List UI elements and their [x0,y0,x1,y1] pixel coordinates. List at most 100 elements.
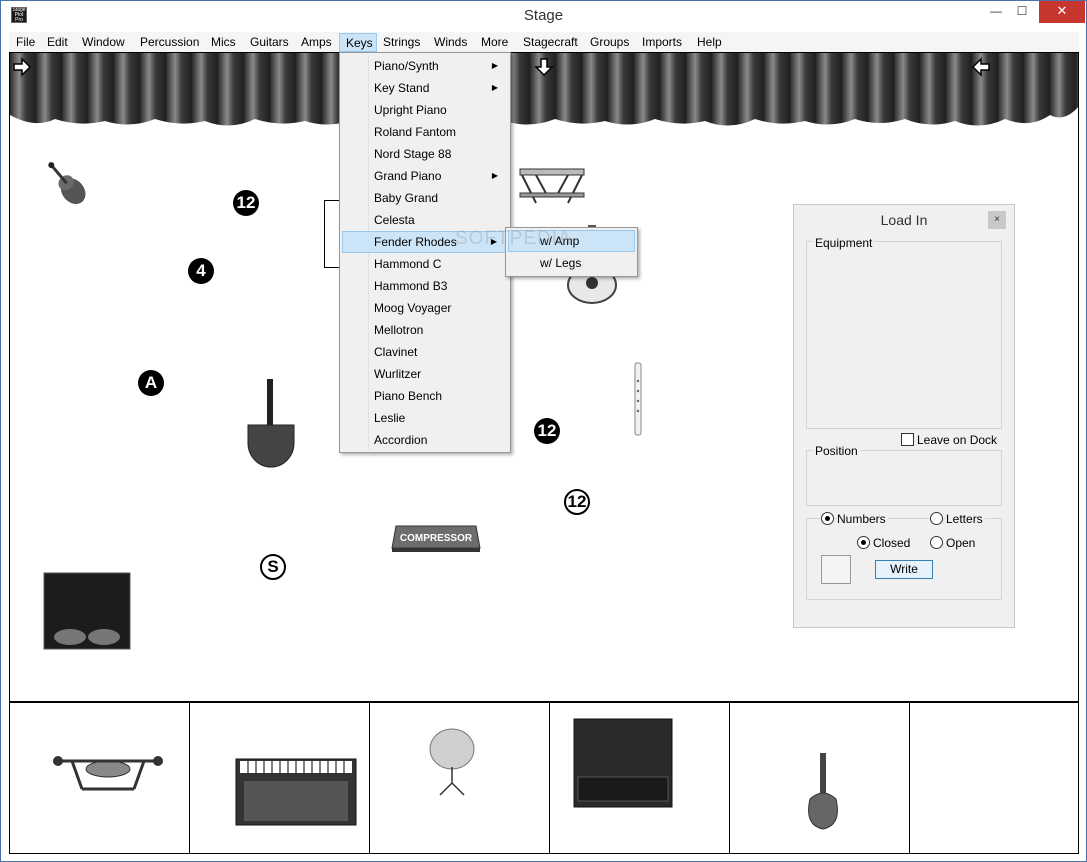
menu-item-clavinet[interactable]: Clavinet [342,341,508,363]
dock-slot-empty[interactable] [910,703,1087,853]
monitor-number-badge[interactable]: 4 [188,258,214,284]
badge-preview-swatch [821,555,851,584]
compressor-label: COMPRESSOR [400,533,473,544]
letter-badge[interactable]: A [138,370,164,396]
menu-item-moog-voyager[interactable]: Moog Voyager [342,297,508,319]
dock-slot[interactable] [370,703,550,853]
keyboard-amp-icon[interactable] [234,757,358,827]
monitor-number-badge[interactable]: 12 [233,190,259,216]
letters-label[interactable]: Letters [946,512,985,526]
menu-item-piano-bench[interactable]: Piano Bench [342,385,508,407]
menu-mics[interactable]: Mics [211,33,236,52]
speaker-cabinet-icon[interactable] [42,571,132,651]
submenu-item-with-legs[interactable]: w/ Legs [508,252,635,274]
menu-window[interactable]: Window [82,33,125,52]
closed-radio[interactable] [857,536,870,549]
dock-slot[interactable] [10,703,190,853]
menu-item-label: Key Stand [374,81,430,95]
submenu-arrow-icon: ▶ [491,61,498,70]
menu-item-label: Nord Stage 88 [374,147,452,161]
monitor-number-badge-outline[interactable]: 12 [564,489,590,515]
monitor-number-badge[interactable]: 12 [534,418,560,444]
open-label[interactable]: Open [946,536,975,550]
closed-label[interactable]: Closed [873,536,910,550]
menu-item-grand-piano[interactable]: Grand Piano ▶ [342,165,508,187]
menu-edit[interactable]: Edit [47,33,68,52]
dock-slot[interactable] [190,703,370,853]
compressor-icon[interactable]: COMPRESSOR [390,524,482,554]
menu-strings[interactable]: Strings [383,33,420,52]
letter-badge-outline[interactable]: S [260,554,286,580]
menu-item-label: Fender Rhodes [374,235,457,249]
letters-radio[interactable] [930,512,943,525]
menu-item-label: Hammond B3 [374,279,448,293]
cymbal-icon[interactable] [428,727,476,797]
menu-item-baby-grand[interactable]: Baby Grand [342,187,508,209]
menu-more[interactable]: More [481,33,508,52]
menu-file[interactable]: File [16,33,35,52]
menu-item-label: Piano Bench [374,389,443,403]
open-radio[interactable] [930,536,943,549]
menu-item-mellotron[interactable]: Mellotron [342,319,508,341]
menu-item-nord-stage-88[interactable]: Nord Stage 88 [342,143,508,165]
equipment-dock [9,702,1079,854]
close-button[interactable]: ✕ [1039,1,1085,23]
position-label: Position [813,444,860,458]
menu-guitars[interactable]: Guitars [250,33,289,52]
panel-close-button[interactable]: × [988,211,1006,229]
violin-icon[interactable] [38,155,98,215]
minimize-button[interactable]: — [983,1,1009,23]
load-in-title: Load In [880,212,928,228]
menu-item-upright-piano[interactable]: Upright Piano [342,99,508,121]
numbers-radio[interactable] [821,512,834,525]
menu-item-key-stand[interactable]: Key Stand ▶ [342,77,508,99]
bass-cabinet-icon[interactable] [572,717,674,809]
key-stand-icon[interactable] [516,167,588,207]
leave-on-dock-checkbox[interactable] [901,433,914,446]
menu-item-accordion[interactable]: Accordion [342,429,508,451]
maximize-button[interactable]: ☐ [1009,1,1035,23]
drum-throne-icon[interactable] [52,747,164,797]
menu-item-label: Mellotron [374,323,424,337]
write-button[interactable]: Write [875,560,933,579]
menu-item-wurlitzer[interactable]: Wurlitzer [342,363,508,385]
menu-bar: File Edit Window Percussion Mics Guitars… [9,32,1079,52]
equipment-group [806,241,1002,429]
keys-dropdown-menu: Piano/Synth ▶ Key Stand ▶ Upright Piano Ro… [339,52,511,453]
menu-item-label: Hammond C [374,257,442,271]
arrow-down-icon[interactable] [534,57,554,77]
menu-item-piano-synth[interactable]: Piano/Synth ▶ [342,55,508,77]
menu-item-hammond-b3[interactable]: Hammond B3 [342,275,508,297]
arrow-right-icon[interactable] [12,57,32,77]
menu-item-label: Accordion [374,433,428,447]
menu-groups[interactable]: Groups [590,33,629,52]
title-bar[interactable]: Stage Plot Pro Stage — ☐ ✕ [1,1,1086,32]
mandolin-icon[interactable] [804,751,842,831]
menu-item-label: Wurlitzer [374,367,422,381]
submenu-arrow-icon: ▶ [491,171,498,180]
mic-stand-icon[interactable] [246,379,296,471]
leave-on-dock-label[interactable]: Leave on Dock [917,433,997,447]
numbers-label[interactable]: Numbers [837,512,888,526]
menu-item-label: Moog Voyager [374,301,452,315]
watermark: SOFTPEDIA [455,228,572,249]
window-title: Stage [523,7,564,24]
menu-keys[interactable]: Keys [339,33,377,52]
submenu-arrow-icon: ▶ [491,83,498,92]
dock-slot[interactable] [730,703,910,853]
menu-item-roland-fantom[interactable]: Roland Fantom [342,121,508,143]
menu-help[interactable]: Help [697,33,722,52]
recorder-icon[interactable] [632,361,644,439]
menu-item-leslie[interactable]: Leslie [342,407,508,429]
menu-item-hammond-c[interactable]: Hammond C [342,253,508,275]
position-group [806,450,1002,506]
menu-imports[interactable]: Imports [642,33,682,52]
menu-item-label: Celesta [374,213,415,227]
dock-slot[interactable] [550,703,730,853]
menu-stagecraft[interactable]: Stagecraft [523,33,578,52]
menu-percussion[interactable]: Percussion [140,33,199,52]
menu-item-label: Piano/Synth [374,59,439,73]
menu-winds[interactable]: Winds [434,33,467,52]
menu-amps[interactable]: Amps [301,33,332,52]
arrow-left-icon[interactable] [971,57,991,77]
